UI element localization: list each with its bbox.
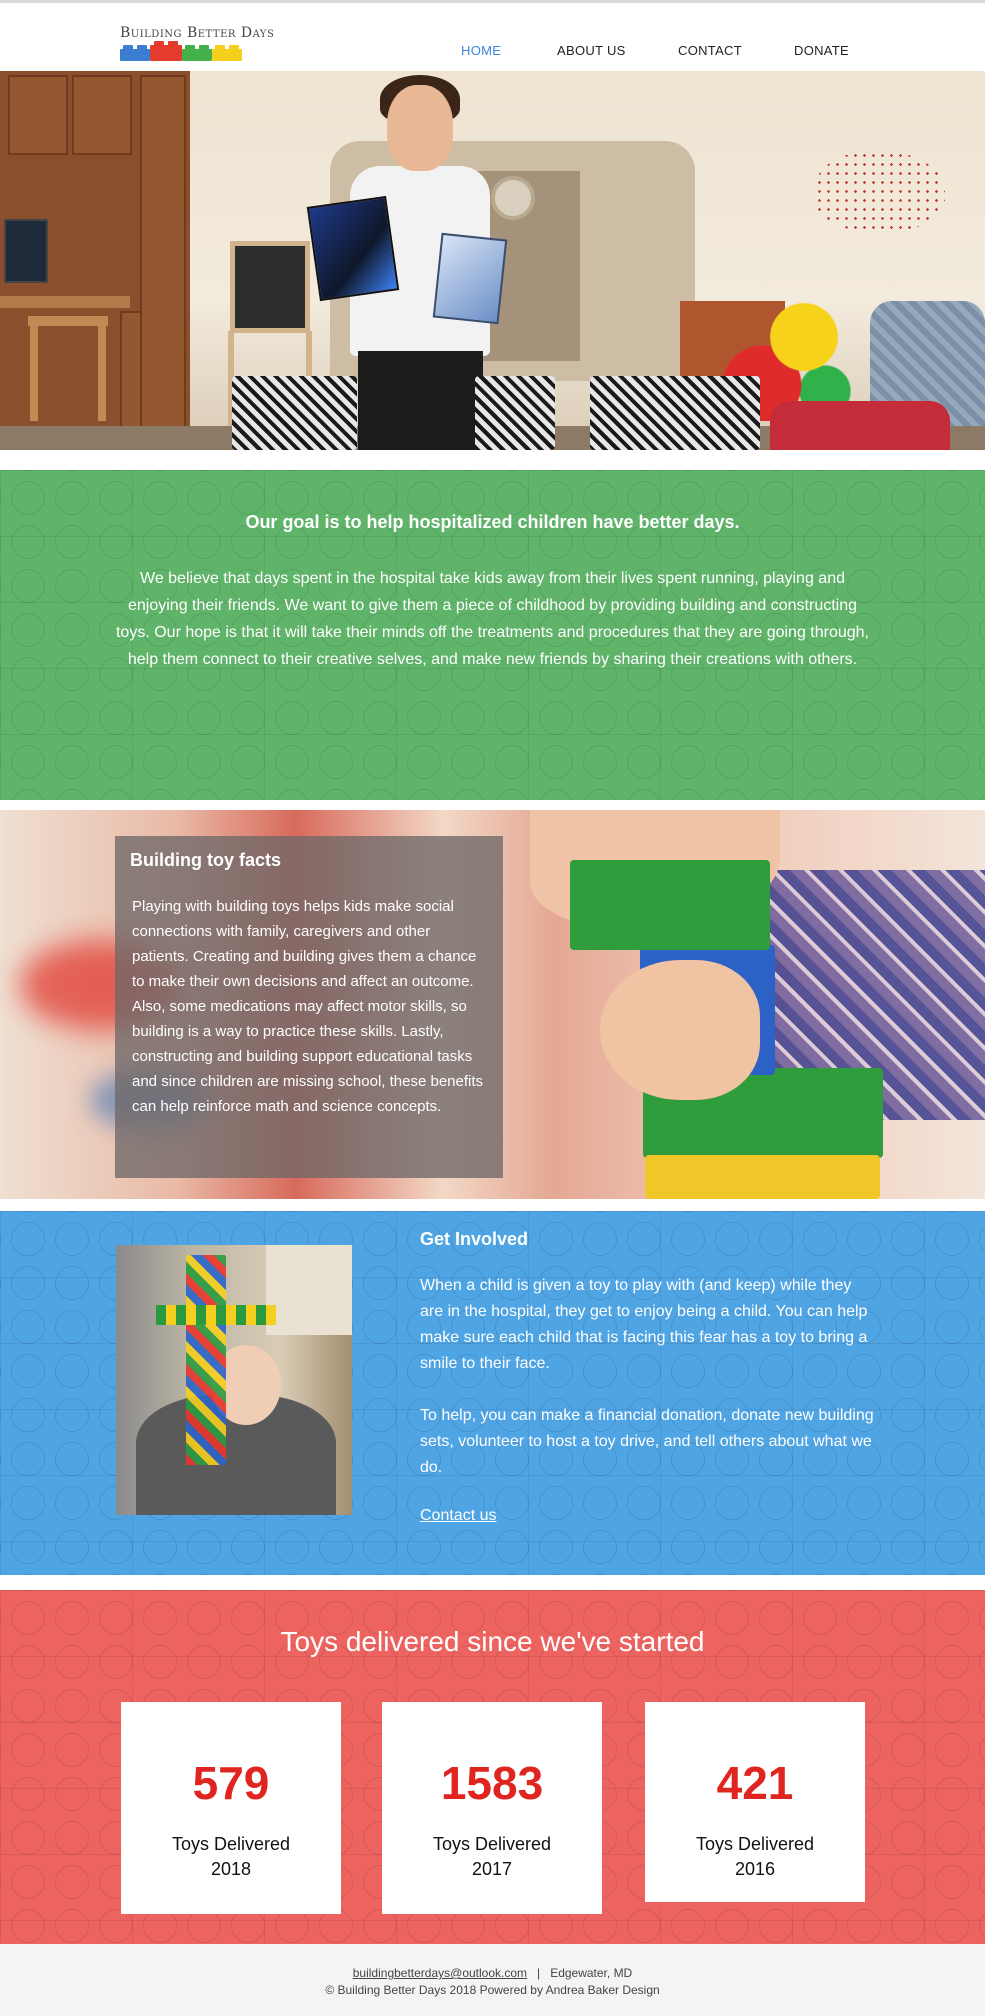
- logo-brick-yellow: [212, 45, 242, 61]
- chalkboard: [230, 241, 310, 333]
- logo-brick-blue: [120, 45, 150, 61]
- yellow-brick: [645, 1155, 880, 1199]
- get-involved-text: When a child is given a toy to play with…: [420, 1273, 875, 1507]
- stat-card-2017: 1583 Toys Delivered 2017: [382, 1702, 602, 1914]
- logo-text: Building Better Days: [120, 25, 275, 41]
- logo-brick-green: [182, 45, 212, 61]
- logo-brick-red: [150, 41, 182, 61]
- toys-delivered-title: Toys delivered since we've started: [280, 1626, 705, 1657]
- footer-copyright: © Building Better Days 2018 Powered by A…: [325, 1983, 660, 1997]
- facts-title: Building toy facts: [130, 850, 282, 870]
- get-involved-section: Get Involved When a child is given a toy…: [0, 1211, 985, 1575]
- nav-home[interactable]: HOME: [461, 43, 501, 58]
- site-header: Building Better Days HOME ABOUT US CONTA…: [0, 3, 985, 71]
- stat-label: Toys Delivered 2016: [695, 1834, 815, 1879]
- facts-box: Building toy facts Playing with building…: [115, 836, 503, 1178]
- stat-number: 579: [192, 1757, 270, 1809]
- toy-box: [432, 232, 508, 325]
- goal-section: Our goal is to help hospitalized childre…: [0, 470, 985, 800]
- stat-card-2018: 579 Toys Delivered 2018: [121, 1702, 341, 1914]
- get-involved-paragraph: When a child is given a toy to play with…: [420, 1277, 868, 1372]
- stat-card-2016: 421 Toys Delivered 2016: [645, 1702, 865, 1902]
- footer-email-link[interactable]: buildingbetterdays@outlook.com: [353, 1966, 527, 1980]
- toys-delivered-section: Toys delivered since we've started 579 T…: [0, 1590, 985, 1944]
- green-brick: [570, 860, 770, 950]
- tote-bag: [590, 376, 760, 450]
- get-involved-paragraph: To help, you can make a financial donati…: [420, 1407, 874, 1476]
- facts-text: Playing with building toys helps kids ma…: [132, 898, 484, 1115]
- nav-about-us[interactable]: ABOUT US: [557, 43, 626, 58]
- contact-us-link[interactable]: Contact us: [420, 1507, 496, 1525]
- hero-photo: [0, 71, 985, 450]
- tote-bag: [475, 376, 555, 450]
- stat-number: 421: [716, 1757, 794, 1809]
- goal-text: We believe that days spent in the hospit…: [115, 570, 869, 668]
- toy-box: [306, 195, 400, 302]
- tote-bag: [232, 376, 357, 450]
- site-logo[interactable]: Building Better Days: [120, 25, 274, 67]
- child-with-toy-photo: [116, 1245, 352, 1515]
- clock: [491, 176, 535, 220]
- site-footer: buildingbetterdays@outlook.com | Edgewat…: [0, 1944, 985, 2016]
- page: Building Better Days HOME ABOUT US CONTA…: [0, 0, 985, 2016]
- footer-location: Edgewater, MD: [550, 1966, 633, 1980]
- nav-donate[interactable]: DONATE: [794, 43, 849, 58]
- footer-contact-line: buildingbetterdays@outlook.com | Edgewat…: [0, 1966, 985, 1980]
- goal-title: Our goal is to help hospitalized childre…: [245, 512, 740, 532]
- stat-label: Toys Delivered 2018: [171, 1834, 291, 1879]
- elephant-decal: [815, 151, 945, 231]
- nav-contact[interactable]: CONTACT: [678, 43, 742, 58]
- stat-label: Toys Delivered 2017: [432, 1834, 552, 1879]
- footer-separator: |: [537, 1966, 541, 1980]
- stat-number: 1583: [440, 1757, 544, 1809]
- get-involved-title: Get Involved: [420, 1229, 529, 1249]
